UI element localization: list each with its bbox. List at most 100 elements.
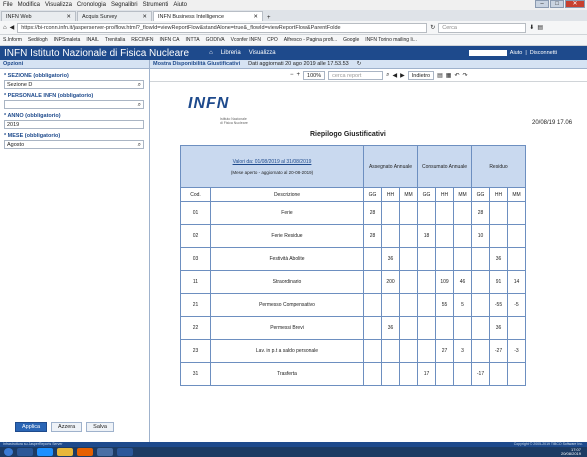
bookmark-item[interactable]: INAIL — [86, 37, 99, 43]
table-row: 11 Straordinario 200 109 46 91 14 — [180, 270, 526, 294]
table-cell: 109 — [435, 270, 454, 294]
table-cell: 200 — [381, 270, 400, 294]
bookmark-item[interactable]: GODIVA — [206, 37, 225, 43]
anno-input[interactable]: 2019 — [4, 120, 144, 129]
menu-item[interactable]: Segnalibri — [111, 2, 138, 8]
zoom-select[interactable]: 100% — [303, 70, 326, 80]
menu-item[interactable]: Visualizza — [45, 2, 72, 8]
zoom-out-icon[interactable]: − — [290, 72, 294, 78]
column-header: GG — [471, 187, 490, 202]
bookmark-item[interactable]: S.Inform — [3, 37, 22, 43]
table-cell — [471, 293, 490, 317]
menu-item[interactable]: Strumenti — [143, 2, 169, 8]
browser-search-input[interactable]: Cerca — [438, 22, 527, 33]
table-cell — [399, 201, 418, 225]
bookmark-item[interactable]: INFN CA — [159, 37, 179, 43]
bookmark-item[interactable]: INFN Torino mailing li... — [365, 37, 417, 43]
logout-link[interactable]: Disconnetti — [530, 50, 557, 56]
start-button[interactable] — [4, 448, 13, 456]
bookmark-item[interactable]: CPO — [267, 37, 278, 43]
download-icon[interactable]: ⬇ — [529, 24, 534, 31]
table-cell — [363, 316, 382, 340]
report-header: Mostra Disponibilità Giustificativi Dati… — [150, 60, 587, 69]
save-button[interactable]: Salva — [86, 422, 114, 432]
taskbar-ie-icon[interactable] — [37, 448, 53, 456]
report-search-input[interactable]: cerca report — [328, 70, 384, 80]
prev-icon[interactable]: ◀ — [392, 72, 397, 79]
field-label-anno: * ANNO (obbligatorio) — [4, 113, 61, 119]
table-cell: 28 — [363, 201, 382, 225]
bookmark-item[interactable]: INPSmaleta — [54, 37, 81, 43]
reload-icon[interactable]: ↻ — [430, 24, 435, 31]
close-window-button[interactable]: ✕ — [565, 0, 585, 8]
taskbar-word-icon[interactable] — [117, 448, 133, 456]
mese-input[interactable]: Agosto ⌕ — [4, 140, 144, 149]
next-icon[interactable]: ▶ — [400, 72, 405, 79]
taskbar-folder-icon[interactable] — [57, 448, 73, 456]
table-cell: 27 — [435, 339, 454, 363]
table-cell: -27 — [489, 339, 508, 363]
app-menu-libreria[interactable]: Libreria — [221, 50, 241, 56]
column-header: HH — [435, 187, 454, 202]
apply-button[interactable]: Applica — [15, 422, 48, 432]
browser-tab[interactable]: INFN Business Intelligence ✕ — [153, 11, 263, 21]
refresh-icon[interactable]: ↻ — [357, 60, 362, 68]
reset-button[interactable]: Azzera — [51, 422, 83, 432]
search-icon[interactable]: ⌕ — [386, 72, 389, 79]
app-menu-home-icon[interactable]: ⌂ — [209, 50, 213, 56]
url-bar[interactable]: https://bi-rconn.infn.it/jasperserver-pr… — [17, 22, 428, 33]
menu-item[interactable]: Aiuto — [173, 2, 187, 8]
help-link[interactable]: Aiuto — [510, 50, 523, 56]
table-cell: -55 — [489, 293, 508, 317]
table-cell — [507, 362, 526, 386]
report-options-icon[interactable]: ▦ — [446, 72, 452, 79]
search-icon[interactable]: ⌕ — [138, 81, 141, 89]
table-cell: -3 — [507, 339, 526, 363]
menu-item[interactable]: File — [3, 2, 13, 8]
report-toolbar: − + 100% cerca report ⌕ ◀ ▶ Indietro ▤ ▦… — [150, 69, 587, 82]
table-cell: 36 — [489, 247, 508, 271]
minimize-button[interactable]: – — [535, 0, 549, 8]
back-button[interactable]: Indietro — [407, 70, 435, 80]
summary-table: Valori da: 01/08/2019 al 31/08/2019 (Mes… — [180, 145, 526, 386]
table-cell — [399, 224, 418, 248]
export-icon[interactable]: ▤ — [437, 72, 443, 79]
table-cell: 14 — [507, 270, 526, 294]
taskbar-app-icon[interactable] — [17, 448, 33, 456]
redo-icon[interactable]: ↷ — [462, 72, 467, 79]
bookmark-item[interactable]: Vconfer INFN — [231, 37, 261, 43]
search-icon[interactable]: ⌕ — [138, 101, 141, 109]
bookmark-item[interactable]: RECINFN — [131, 37, 153, 43]
sezione-input[interactable]: Sezione D ⌕ — [4, 80, 144, 89]
close-tab-icon[interactable]: ✕ — [142, 14, 147, 20]
table-row: 23 Lav. in p.t a saldo personale 27 3 -27 -3 — [180, 339, 526, 363]
app-menu-visualizza[interactable]: Visualizza — [249, 50, 276, 56]
zoom-in-icon[interactable]: + — [297, 72, 301, 78]
close-tab-icon[interactable]: ✕ — [66, 14, 71, 20]
table-cell — [399, 293, 418, 317]
bookmark-item[interactable]: INTTA — [185, 37, 199, 43]
library-icon[interactable]: ▤ — [537, 24, 543, 31]
bookmark-item[interactable]: Google — [343, 37, 359, 43]
table-cell: -5 — [507, 293, 526, 317]
bookmark-item[interactable]: Trenitalia — [105, 37, 125, 43]
taskbar-firefox-icon[interactable] — [77, 448, 93, 456]
table-cell: 22 — [180, 316, 211, 340]
personale-input[interactable]: ⌕ — [4, 100, 144, 109]
bookmarks-bar: S.Inform Sedi/ogh INPSmaleta INAIL Trenitali… — [0, 35, 587, 46]
search-icon[interactable]: ⌕ — [138, 141, 141, 149]
menu-item[interactable]: Cronologia — [77, 2, 106, 8]
browser-tab[interactable]: Acquis Survey ✕ — [77, 11, 152, 21]
bookmark-item[interactable]: Alfresco - Pagina profi... — [284, 37, 337, 43]
home-icon[interactable]: ⌂ — [3, 25, 7, 31]
browser-tab[interactable]: INFN Web ✕ — [1, 11, 76, 21]
column-header: Cod. — [180, 187, 211, 202]
undo-icon[interactable]: ↶ — [454, 72, 459, 79]
maximize-button[interactable]: □ — [550, 0, 564, 8]
app-menu: ⌂ Libreria Visualizza — [209, 50, 276, 56]
bookmark-item[interactable]: Sedi/ogh — [28, 37, 48, 43]
close-tab-icon[interactable]: ✕ — [253, 14, 258, 20]
taskbar-app-icon[interactable] — [97, 448, 113, 456]
back-icon[interactable]: ◀ — [10, 24, 15, 31]
menu-item[interactable]: Modifica — [18, 2, 40, 8]
